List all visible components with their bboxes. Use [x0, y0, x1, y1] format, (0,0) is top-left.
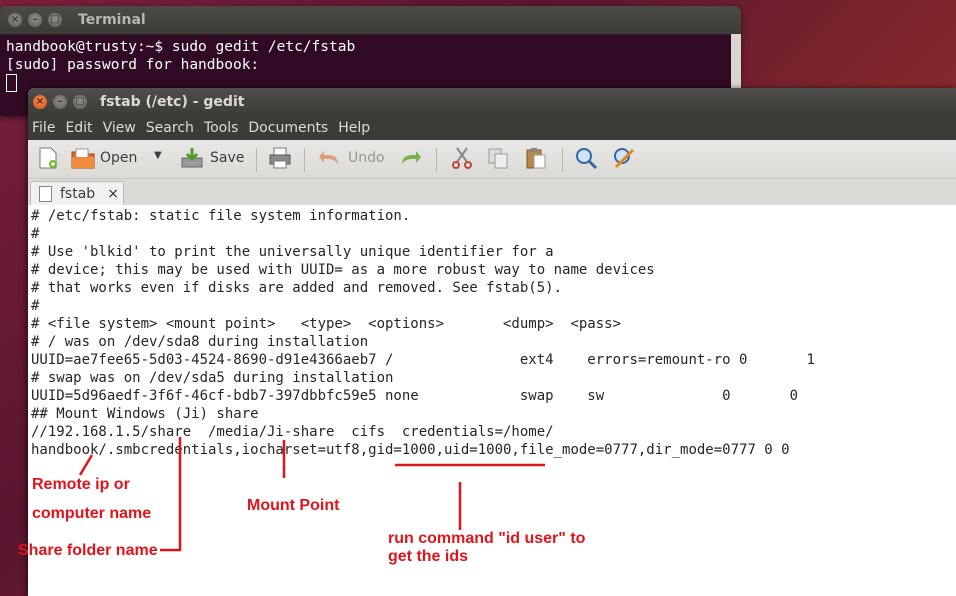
annotation-get-ids: get the ids: [388, 548, 469, 565]
remote-ip-pointer: [78, 454, 94, 476]
annotation-remote-ip-2: computer name: [32, 505, 152, 522]
annotation-mount-point: Mount Point: [247, 497, 340, 514]
annotation-share-folder: Share folder name: [18, 542, 158, 559]
share-folder-pointer: [160, 437, 182, 552]
annotation-remote-ip: Remote ip or: [32, 476, 130, 493]
annotation-run-command: run command "id user" to: [388, 530, 586, 547]
